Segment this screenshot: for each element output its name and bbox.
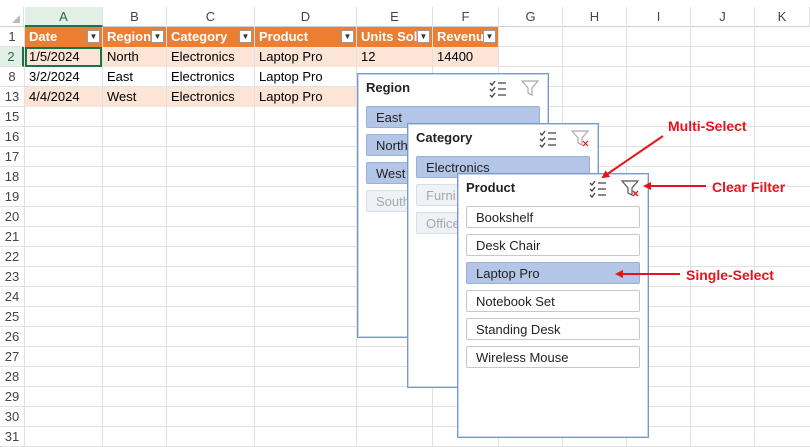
row-header-28[interactable]: 28 [0,367,24,387]
annotation-single-select: Single-Select [686,267,774,283]
slicer-product[interactable]: Product Bookshelf Desk Chair Laptop Pro … [457,173,649,438]
row-header-18[interactable]: 18 [0,167,24,187]
slicer-item-wireless-mouse[interactable]: Wireless Mouse [466,346,640,368]
row-header-16[interactable]: 16 [0,127,24,147]
filter-dropdown-icon[interactable]: ▼ [87,30,100,43]
header-cell-product[interactable]: Product ▼ [255,27,356,47]
filter-active-icon[interactable]: ▼ [341,30,354,43]
clear-filter-icon[interactable] [570,128,590,148]
col-header-f[interactable]: F [433,7,499,27]
header-label: Date [29,29,58,44]
header-cell-revenue[interactable]: Revenu ▼ [433,27,498,47]
header-cell-units[interactable]: Units Sol ▼ [357,27,432,47]
col-header-g[interactable]: G [499,7,563,27]
row-header-20[interactable]: 20 [0,207,24,227]
gridline [754,27,755,447]
header-label: Product [259,29,309,44]
slicer-title: Category [416,130,473,145]
cell-d2[interactable]: Laptop Pro [255,47,356,67]
col-header-i[interactable]: I [627,7,691,27]
row-header-26[interactable]: 26 [0,327,24,347]
row-header-25[interactable]: 25 [0,307,24,327]
header-label: Units Sol [361,29,418,44]
row-header-19[interactable]: 19 [0,187,24,207]
clear-filter-icon[interactable] [620,178,640,198]
cell-a13[interactable]: 4/4/2024 [25,87,102,107]
cell-d13[interactable]: Laptop Pro [255,87,356,107]
row-header-8[interactable]: 8 [0,67,24,87]
filter-dropdown-icon[interactable]: ▼ [239,30,252,43]
cell-b13[interactable]: West [103,87,166,107]
cell-b2[interactable]: North [103,47,166,67]
slicer-item-standing-desk[interactable]: Standing Desk [466,318,640,340]
cell-e2[interactable]: 12 [357,47,432,67]
slicer-title: Region [366,80,411,95]
row-header-2[interactable]: 2 [0,47,24,67]
header-label: Region [107,29,152,44]
col-header-j[interactable]: J [691,7,755,27]
select-all-corner[interactable] [0,7,24,27]
annotation-clear-filter: Clear Filter [712,179,786,195]
gridline [24,406,810,407]
header-cell-region[interactable]: Region ▼ [103,27,166,47]
filter-dropdown-icon[interactable]: ▼ [151,30,164,43]
header-label: Category [171,29,228,44]
multi-select-icon[interactable] [488,78,508,98]
row-header-22[interactable]: 22 [0,247,24,267]
col-header-b[interactable]: B [103,7,167,27]
filter-dropdown-icon[interactable]: ▼ [483,30,496,43]
slicer-title: Product [466,180,516,195]
header-cell-category[interactable]: Category ▼ [167,27,254,47]
annotation-multi-select: Multi-Select [668,118,747,134]
cell-c13[interactable]: Electronics [167,87,254,107]
row-header-21[interactable]: 21 [0,227,24,247]
header-label: Revenu [437,29,484,44]
slicer-item-laptop-pro[interactable]: Laptop Pro [466,262,640,284]
col-header-a[interactable]: A [25,7,103,27]
row-header-24[interactable]: 24 [0,287,24,307]
row-header-1[interactable]: 1 [0,27,24,47]
row-header-17[interactable]: 17 [0,147,24,167]
row-header-23[interactable]: 23 [0,267,24,287]
col-header-c[interactable]: C [167,7,255,27]
col-header-e[interactable]: E [357,7,433,27]
clear-filter-icon[interactable] [520,78,540,98]
row-header-30[interactable]: 30 [0,407,24,427]
col-header-h[interactable]: H [563,7,627,27]
cell-c8[interactable]: Electronics [167,67,254,87]
row-header-29[interactable]: 29 [0,387,24,407]
col-header-d[interactable]: D [255,7,357,27]
cell-a8[interactable]: 3/2/2024 [25,67,102,87]
cell-d8[interactable]: Laptop Pro [255,67,356,87]
slicer-item-desk-chair[interactable]: Desk Chair [466,234,640,256]
multi-select-icon[interactable] [588,178,608,198]
gridline [24,426,810,427]
cell-a2[interactable]: 1/5/2024 [25,47,102,67]
row-header-31[interactable]: 31 [0,427,24,447]
cell-f2[interactable]: 14400 [433,47,498,67]
gridline [690,27,691,447]
col-header-k[interactable]: K [755,7,810,27]
filter-dropdown-icon[interactable]: ▼ [417,30,430,43]
cell-b8[interactable]: East [103,67,166,87]
cell-c2[interactable]: Electronics [167,47,254,67]
row-header-15[interactable]: 15 [0,107,24,127]
row-header-27[interactable]: 27 [0,347,24,367]
multi-select-icon[interactable] [538,128,558,148]
slicer-item-bookshelf[interactable]: Bookshelf [466,206,640,228]
header-cell-date[interactable]: Date ▼ [25,27,102,47]
slicer-item-notebook-set[interactable]: Notebook Set [466,290,640,312]
row-header-13[interactable]: 13 [0,87,24,107]
